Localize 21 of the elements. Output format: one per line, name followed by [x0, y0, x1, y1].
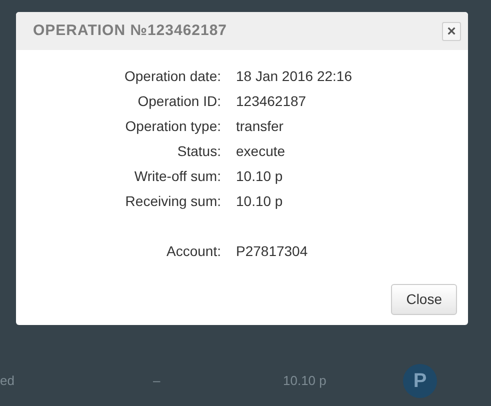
field-label: Operation ID:: [136, 92, 221, 111]
close-button[interactable]: Close: [391, 284, 457, 315]
field-value: 10.10 p: [236, 192, 283, 211]
dialog-title: OPERATION №123462187: [33, 20, 228, 41]
field-value: 123462187: [236, 92, 306, 111]
close-button[interactable]: ×: [442, 22, 461, 40]
field-label: Operation type:: [124, 117, 221, 136]
table-cell-text: ed: [0, 372, 14, 390]
field-value: transfer: [236, 117, 284, 136]
field-label: Status:: [176, 142, 221, 161]
field-label: Operation date:: [123, 67, 221, 86]
field-value: execute: [236, 142, 286, 161]
field-label: Account:: [166, 242, 221, 261]
table-cell-text: 10.10 p: [283, 372, 326, 390]
table-cell-text: –: [153, 372, 160, 390]
field-label: Receiving sum:: [124, 192, 221, 211]
field-value: 18 Jan 2016 22:16: [236, 67, 352, 86]
field-value: P27817304: [236, 242, 308, 261]
field-value: 10.10 p: [236, 167, 283, 186]
field-label: Write-off sum:: [133, 167, 221, 186]
currency-badge: P: [403, 364, 437, 398]
